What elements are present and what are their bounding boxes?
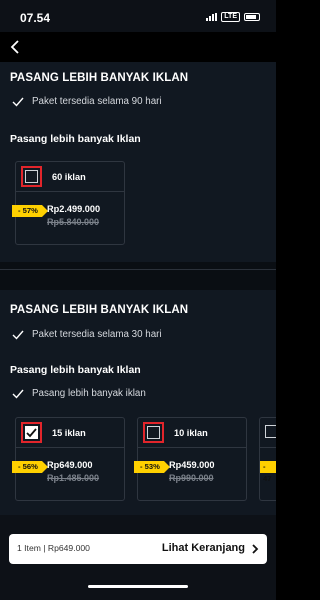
availability-line: Paket tersedia selama 30 hari — [12, 329, 162, 340]
feature-line: Pasang lebih banyak iklan — [12, 388, 146, 399]
option-old-price: Rp1.485.000 — [47, 473, 100, 483]
availability-text: Paket tersedia selama 30 hari — [32, 329, 162, 340]
cart-summary: 1 Item | Rp649.000 — [17, 543, 90, 553]
card-header — [260, 418, 276, 448]
package-section-90-days: PASANG LEBIH BANYAK IKLAN Paket tersedia… — [0, 62, 276, 262]
options-subtitle: Pasang lebih banyak Iklan — [10, 133, 141, 145]
option-checkbox[interactable] — [147, 426, 160, 439]
option-name: 15 iklan — [52, 428, 86, 438]
checkmark-icon — [26, 427, 37, 437]
home-indicator — [88, 585, 188, 588]
card-header: 10 iklan — [138, 418, 246, 448]
checkbox-highlight — [143, 422, 164, 443]
package-option-card-partial[interactable]: - 47 — [259, 417, 276, 501]
view-cart-button[interactable]: 1 Item | Rp649.000 Lihat Keranjang — [9, 534, 267, 564]
status-bar: 07.54 LTE — [0, 0, 276, 32]
checkbox-highlight — [21, 422, 42, 443]
checkmark-icon — [12, 97, 24, 107]
option-checkbox[interactable] — [25, 426, 38, 439]
back-button[interactable] — [10, 40, 22, 54]
view-cart-label: Lihat Keranjang — [161, 542, 245, 554]
signal-icon — [206, 13, 218, 21]
package-option-card[interactable]: 15 iklan - 56% Rp649.000 Rp1.485.000 — [12, 417, 125, 501]
availability-text: Paket tersedia selama 90 hari — [32, 96, 162, 107]
status-indicators: LTE — [206, 12, 260, 22]
feature-text: Pasang lebih banyak iklan — [32, 388, 146, 399]
options-subtitle: Pasang lebih banyak Iklan — [10, 364, 141, 376]
chevron-right-icon — [252, 544, 259, 554]
option-price: Rp459.000 — [169, 460, 215, 470]
card-header: 60 iklan — [16, 162, 124, 192]
option-name: 10 iklan — [174, 428, 208, 438]
battery-icon — [244, 13, 260, 21]
option-price: Rp2.499.000 — [47, 204, 101, 214]
option-old-price: Rp5.840.000 — [47, 217, 100, 227]
chevron-left-icon — [10, 40, 19, 54]
option-old-price: Rp990.000 — [169, 473, 214, 483]
discount-badge: - 47 — [260, 461, 276, 483]
option-name: 60 iklan — [52, 172, 86, 182]
package-option-card[interactable]: 10 iklan - 53% Rp459.000 Rp990.000 — [134, 417, 247, 501]
discount-badge: - 53% — [134, 461, 170, 473]
discount-badge: - 56% — [12, 461, 48, 473]
network-label: LTE — [221, 12, 240, 22]
section-title: PASANG LEBIH BANYAK IKLAN — [10, 304, 189, 316]
checkmark-icon — [12, 389, 24, 399]
card-header: 15 iklan — [16, 418, 124, 448]
package-section-30-days: PASANG LEBIH BANYAK IKLAN Paket tersedia… — [0, 290, 276, 515]
section-title: PASANG LEBIH BANYAK IKLAN — [10, 72, 189, 84]
status-time: 07.54 — [20, 11, 51, 25]
section-separator — [0, 262, 276, 290]
package-option-card[interactable]: 60 iklan - 57% Rp2.499.000 Rp5.840.000 — [12, 161, 125, 245]
option-checkbox[interactable] — [265, 425, 276, 438]
discount-badge: - 57% — [12, 205, 48, 217]
checkmark-icon — [12, 330, 24, 340]
availability-line: Paket tersedia selama 90 hari — [12, 96, 162, 107]
divider — [0, 269, 276, 270]
option-checkbox[interactable] — [25, 170, 38, 183]
option-price: Rp649.000 — [47, 460, 93, 470]
checkbox-highlight — [21, 166, 42, 187]
